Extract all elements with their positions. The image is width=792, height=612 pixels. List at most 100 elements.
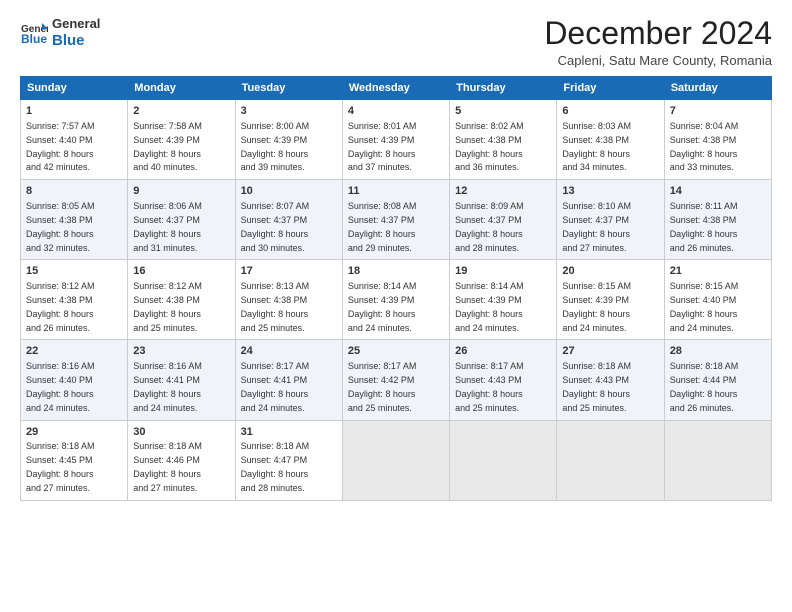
day-number: 11 (348, 184, 444, 199)
day-detail: Sunrise: 8:18 AM Sunset: 4:43 PM Dayligh… (562, 361, 631, 412)
day-detail: Sunrise: 8:04 AM Sunset: 4:38 PM Dayligh… (670, 121, 739, 172)
day-cell (450, 420, 557, 500)
day-number: 12 (455, 184, 551, 199)
day-number: 8 (26, 184, 122, 199)
day-number: 6 (562, 104, 658, 119)
day-detail: Sunrise: 8:13 AM Sunset: 4:38 PM Dayligh… (241, 281, 310, 332)
month-title: December 2024 (544, 16, 772, 51)
day-detail: Sunrise: 8:02 AM Sunset: 4:38 PM Dayligh… (455, 121, 524, 172)
day-number: 1 (26, 104, 122, 119)
day-detail: Sunrise: 8:18 AM Sunset: 4:46 PM Dayligh… (133, 441, 202, 492)
day-number: 5 (455, 104, 551, 119)
day-detail: Sunrise: 8:00 AM Sunset: 4:39 PM Dayligh… (241, 121, 310, 172)
col-header-monday: Monday (128, 77, 235, 100)
logo-general: General (52, 16, 100, 32)
day-detail: Sunrise: 8:11 AM Sunset: 4:38 PM Dayligh… (670, 201, 738, 252)
logo-blue: Blue (52, 32, 100, 50)
week-row-1: 1 Sunrise: 7:57 AM Sunset: 4:40 PM Daylig… (21, 100, 772, 180)
day-number: 26 (455, 344, 551, 359)
day-cell: 30Sunrise: 8:18 AM Sunset: 4:46 PM Dayli… (128, 420, 235, 500)
day-cell: 20 Sunrise: 8:15 AM Sunset: 4:39 PM Dayli… (557, 260, 664, 340)
col-header-wednesday: Wednesday (342, 77, 449, 100)
day-cell: 25 Sunrise: 8:17 AM Sunset: 4:42 PM Dayli… (342, 340, 449, 420)
day-number: 23 (133, 344, 229, 359)
day-cell: 10 Sunrise: 8:07 AM Sunset: 4:37 PM Dayli… (235, 180, 342, 260)
day-cell: 18Sunrise: 8:14 AM Sunset: 4:39 PM Dayli… (342, 260, 449, 340)
logo-text: General Blue (52, 16, 100, 50)
day-number: 13 (562, 184, 658, 199)
calendar-page: General Blue General Blue December 2024 … (0, 0, 792, 612)
day-number: 2 (133, 104, 229, 119)
day-cell: 2 Sunrise: 7:58 AM Sunset: 4:39 PM Daylig… (128, 100, 235, 180)
day-number: 3 (241, 104, 337, 119)
day-number: 7 (670, 104, 766, 119)
day-cell: 1 Sunrise: 7:57 AM Sunset: 4:40 PM Daylig… (21, 100, 128, 180)
day-detail: Sunrise: 8:07 AM Sunset: 4:37 PM Dayligh… (241, 201, 310, 252)
day-number: 24 (241, 344, 337, 359)
day-number: 17 (241, 264, 337, 279)
week-row-5: 29Sunrise: 8:18 AM Sunset: 4:45 PM Dayli… (21, 420, 772, 500)
day-cell: 3 Sunrise: 8:00 AM Sunset: 4:39 PM Daylig… (235, 100, 342, 180)
subtitle: Capleni, Satu Mare County, Romania (544, 53, 772, 68)
day-detail: Sunrise: 8:17 AM Sunset: 4:43 PM Dayligh… (455, 361, 524, 412)
day-detail: Sunrise: 8:18 AM Sunset: 4:45 PM Dayligh… (26, 441, 95, 492)
day-number: 16 (133, 264, 229, 279)
day-number: 28 (670, 344, 766, 359)
day-detail: Sunrise: 8:17 AM Sunset: 4:41 PM Dayligh… (241, 361, 310, 412)
day-number: 25 (348, 344, 444, 359)
col-header-sunday: Sunday (21, 77, 128, 100)
calendar-table: SundayMondayTuesdayWednesdayThursdayFrid… (20, 76, 772, 500)
day-number: 15 (26, 264, 122, 279)
day-cell: 6Sunrise: 8:03 AM Sunset: 4:38 PM Daylig… (557, 100, 664, 180)
day-detail: Sunrise: 7:57 AM Sunset: 4:40 PM Dayligh… (26, 121, 95, 172)
day-cell: 28 Sunrise: 8:18 AM Sunset: 4:44 PM Dayli… (664, 340, 771, 420)
day-cell: 4Sunrise: 8:01 AM Sunset: 4:39 PM Daylig… (342, 100, 449, 180)
day-number: 14 (670, 184, 766, 199)
day-detail: Sunrise: 8:10 AM Sunset: 4:37 PM Dayligh… (562, 201, 631, 252)
day-number: 19 (455, 264, 551, 279)
day-number: 31 (241, 425, 337, 440)
day-cell: 24 Sunrise: 8:17 AM Sunset: 4:41 PM Dayli… (235, 340, 342, 420)
day-cell: 9Sunrise: 8:06 AM Sunset: 4:37 PM Daylig… (128, 180, 235, 260)
day-cell: 22Sunrise: 8:16 AM Sunset: 4:40 PM Dayli… (21, 340, 128, 420)
day-number: 30 (133, 425, 229, 440)
svg-text:Blue: Blue (21, 32, 47, 46)
week-row-3: 15 Sunrise: 8:12 AM Sunset: 4:38 PM Dayli… (21, 260, 772, 340)
day-detail: Sunrise: 8:16 AM Sunset: 4:40 PM Dayligh… (26, 361, 95, 412)
day-number: 4 (348, 104, 444, 119)
day-cell: 21Sunrise: 8:15 AM Sunset: 4:40 PM Dayli… (664, 260, 771, 340)
day-cell (664, 420, 771, 500)
day-cell (342, 420, 449, 500)
day-detail: Sunrise: 8:15 AM Sunset: 4:39 PM Dayligh… (562, 281, 631, 332)
day-cell: 17 Sunrise: 8:13 AM Sunset: 4:38 PM Dayli… (235, 260, 342, 340)
logo: General Blue General Blue (20, 16, 100, 50)
logo-icon: General Blue (20, 19, 48, 47)
day-cell: 29Sunrise: 8:18 AM Sunset: 4:45 PM Dayli… (21, 420, 128, 500)
day-number: 27 (562, 344, 658, 359)
day-cell: 31Sunrise: 8:18 AM Sunset: 4:47 PM Dayli… (235, 420, 342, 500)
day-detail: Sunrise: 8:18 AM Sunset: 4:44 PM Dayligh… (670, 361, 739, 412)
day-number: 10 (241, 184, 337, 199)
day-number: 9 (133, 184, 229, 199)
day-number: 18 (348, 264, 444, 279)
week-row-4: 22Sunrise: 8:16 AM Sunset: 4:40 PM Dayli… (21, 340, 772, 420)
day-number: 20 (562, 264, 658, 279)
day-detail: Sunrise: 8:12 AM Sunset: 4:38 PM Dayligh… (133, 281, 202, 332)
col-header-tuesday: Tuesday (235, 77, 342, 100)
day-cell: 26 Sunrise: 8:17 AM Sunset: 4:43 PM Dayli… (450, 340, 557, 420)
header-row: SundayMondayTuesdayWednesdayThursdayFrid… (21, 77, 772, 100)
day-cell: 8 Sunrise: 8:05 AM Sunset: 4:38 PM Daylig… (21, 180, 128, 260)
day-cell: 23Sunrise: 8:16 AM Sunset: 4:41 PM Dayli… (128, 340, 235, 420)
day-cell: 7 Sunrise: 8:04 AM Sunset: 4:38 PM Daylig… (664, 100, 771, 180)
day-cell: 5 Sunrise: 8:02 AM Sunset: 4:38 PM Daylig… (450, 100, 557, 180)
day-detail: Sunrise: 8:18 AM Sunset: 4:47 PM Dayligh… (241, 441, 310, 492)
day-detail: Sunrise: 8:09 AM Sunset: 4:37 PM Dayligh… (455, 201, 524, 252)
day-detail: Sunrise: 7:58 AM Sunset: 4:39 PM Dayligh… (133, 121, 202, 172)
day-detail: Sunrise: 8:05 AM Sunset: 4:38 PM Dayligh… (26, 201, 95, 252)
day-cell: 14 Sunrise: 8:11 AM Sunset: 4:38 PM Dayli… (664, 180, 771, 260)
day-detail: Sunrise: 8:17 AM Sunset: 4:42 PM Dayligh… (348, 361, 417, 412)
day-detail: Sunrise: 8:14 AM Sunset: 4:39 PM Dayligh… (455, 281, 524, 332)
day-cell: 27 Sunrise: 8:18 AM Sunset: 4:43 PM Dayli… (557, 340, 664, 420)
day-number: 29 (26, 425, 122, 440)
week-row-2: 8 Sunrise: 8:05 AM Sunset: 4:38 PM Daylig… (21, 180, 772, 260)
